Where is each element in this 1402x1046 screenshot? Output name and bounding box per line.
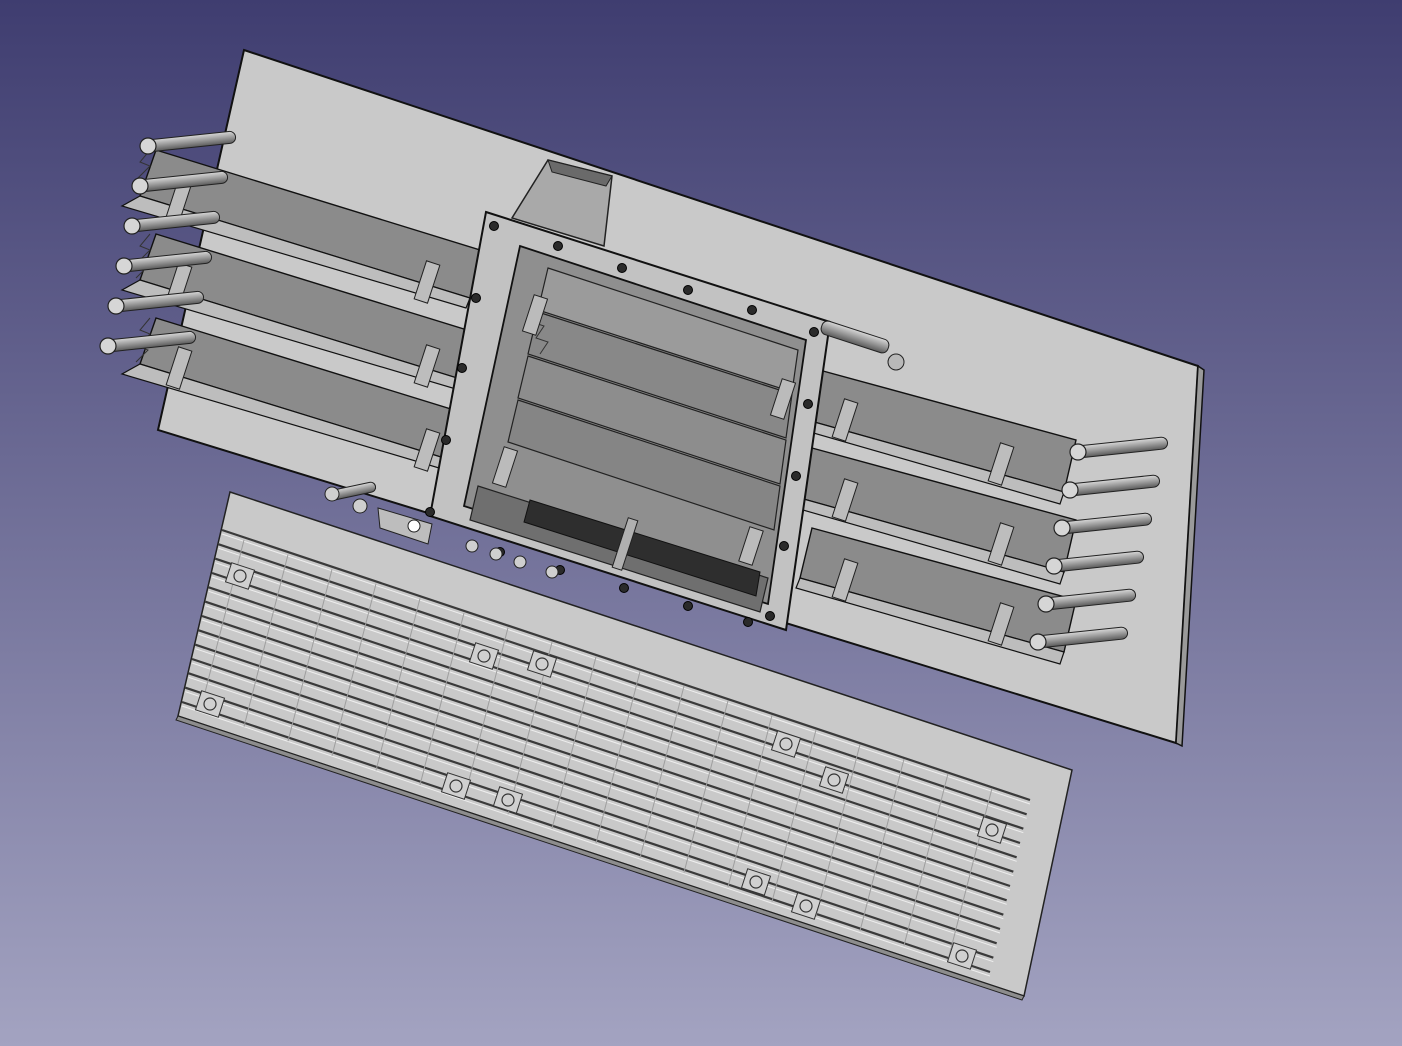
frame-bolt xyxy=(425,507,435,517)
frame-bolt xyxy=(809,327,819,337)
frame-bolt xyxy=(457,363,467,373)
right-pin-head xyxy=(1045,557,1063,575)
left-pin-head xyxy=(131,177,149,195)
right-pin-head xyxy=(1037,595,1055,613)
3d-scene xyxy=(0,0,1402,1046)
frame-bolt xyxy=(553,241,563,251)
right-pin-head xyxy=(1053,519,1071,537)
right-pin-head xyxy=(1061,481,1079,499)
frame-bolt xyxy=(791,471,801,481)
frame-bolt xyxy=(441,435,451,445)
frame-bolt xyxy=(743,617,753,627)
left-pin-head xyxy=(115,257,133,275)
frame-bolt xyxy=(617,263,627,273)
frame-bolt xyxy=(683,285,693,295)
right-pin-head xyxy=(1069,443,1087,461)
left-pin-head xyxy=(107,297,125,315)
frame-bolt xyxy=(683,601,693,611)
frame-bolt xyxy=(803,399,813,409)
left-pin-head xyxy=(139,137,157,155)
right-pin-head xyxy=(1029,633,1047,651)
frame-bolt xyxy=(489,221,499,231)
frame-bolt xyxy=(779,541,789,551)
frame-bolt xyxy=(747,305,757,315)
frame-bolt xyxy=(765,611,775,621)
3d-viewport[interactable] xyxy=(0,0,1402,1046)
left-pin-head xyxy=(99,337,117,355)
frame-bolt xyxy=(471,293,481,303)
frame-bolt xyxy=(619,583,629,593)
left-pin-head xyxy=(123,217,141,235)
